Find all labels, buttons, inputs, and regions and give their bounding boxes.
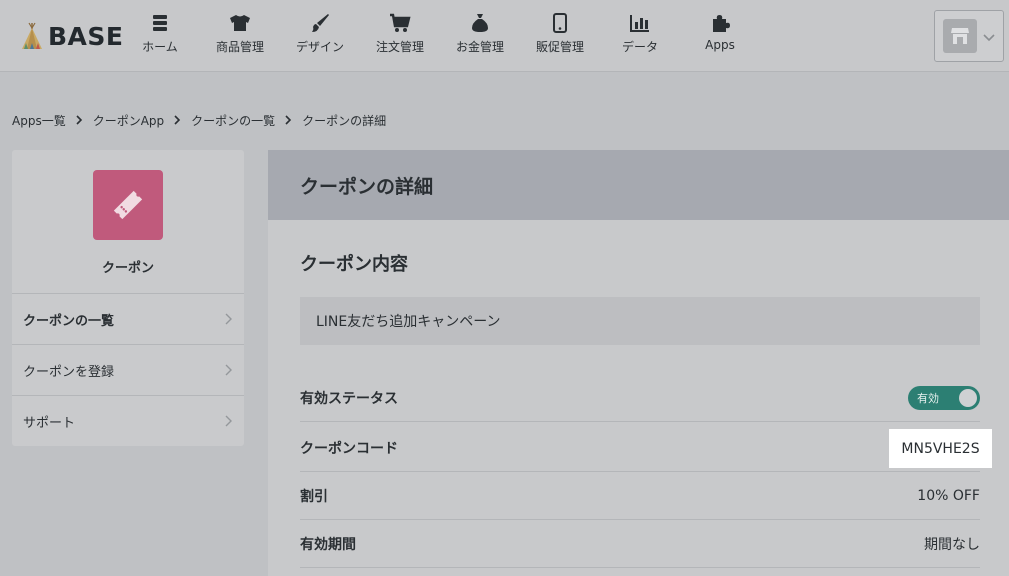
chevron-right-icon <box>174 115 181 125</box>
chevron-right-icon <box>225 310 232 329</box>
shop-avatar <box>943 19 977 53</box>
nav-money[interactable]: お金管理 <box>440 12 520 64</box>
top-header: BASE ホーム 商品管理 デザイン 注文管理 お金管理 販促管理 データ Ap… <box>0 0 1009 72</box>
status-label: 有効ステータス <box>300 390 398 407</box>
breadcrumb-apps-list[interactable]: Apps一覧 <box>12 112 66 129</box>
nav-label: お金管理 <box>455 40 504 54</box>
nav-label: データ <box>621 40 658 54</box>
discount-row: 割引 10% OFF <box>300 472 980 520</box>
puzzle-icon <box>709 12 731 34</box>
nav-label: Apps <box>705 38 735 52</box>
nav-label: デザイン <box>295 40 344 54</box>
base-logo[interactable]: BASE <box>20 18 124 54</box>
discount-value: 10% OFF <box>917 487 980 504</box>
nav-apps[interactable]: Apps <box>680 12 760 64</box>
shop-switcher[interactable] <box>934 10 1004 62</box>
chevron-right-icon <box>225 412 232 431</box>
brush-icon <box>309 12 331 34</box>
chevron-right-icon <box>285 115 292 125</box>
status-row: 有効ステータス 有効 <box>300 374 980 422</box>
money-bag-icon <box>469 12 491 34</box>
code-row: クーポンコード <box>300 425 980 472</box>
section-title: クーポン内容 <box>300 254 408 275</box>
phone-icon <box>549 12 571 34</box>
nav-data[interactable]: データ <box>600 12 680 64</box>
status-toggle[interactable]: 有効 <box>908 385 980 410</box>
nav-label: 販促管理 <box>535 40 584 54</box>
nav-orders[interactable]: 注文管理 <box>360 12 440 64</box>
toggle-knob <box>959 388 977 407</box>
sidebar-item-label: サポート <box>23 416 76 431</box>
chevron-right-icon <box>225 361 232 380</box>
main-panel: クーポンの詳細 クーポン内容 LINE友だち追加キャンペーン 有効ステータス 有… <box>268 150 1009 576</box>
app-card: クーポン <box>12 150 244 294</box>
toggle-label: 有効 <box>917 391 939 405</box>
tent-logo-icon <box>22 22 42 49</box>
coupon-code-value[interactable]: MN5VHE2S <box>889 429 992 468</box>
sidebar-item-register-coupon[interactable]: クーポンを登録 <box>12 345 244 396</box>
sidebar-item-coupon-list[interactable]: クーポンの一覧 <box>12 294 244 345</box>
breadcrumb: Apps一覧 クーポンApp クーポンの一覧 クーポンの詳細 <box>12 111 386 129</box>
nav-design[interactable]: デザイン <box>280 12 360 64</box>
brand-name: BASE <box>48 21 124 51</box>
code-label: クーポンコード <box>300 441 398 457</box>
page-title: クーポンの詳細 <box>300 175 434 198</box>
bar-chart-icon <box>629 12 651 34</box>
breadcrumb-current: クーポンの詳細 <box>302 113 387 128</box>
discount-label: 割引 <box>300 488 328 505</box>
ticket-icon <box>113 190 143 220</box>
campaign-name: LINE友だち追加キャンペーン <box>300 297 980 345</box>
sidebar-item-label: クーポンを登録 <box>23 364 115 380</box>
period-value: 期間なし <box>924 536 980 553</box>
nav-label: 注文管理 <box>375 40 424 54</box>
period-label: 有効期間 <box>300 536 356 553</box>
breadcrumb-coupon-app[interactable]: クーポンApp <box>93 112 164 129</box>
chevron-right-icon <box>76 115 83 125</box>
page-header: クーポンの詳細 <box>268 150 1009 220</box>
nav-label: ホーム <box>142 40 178 54</box>
shirt-icon <box>229 12 251 34</box>
nav-promotion[interactable]: 販促管理 <box>520 12 600 64</box>
sidebar-item-label: クーポンの一覧 <box>23 313 115 329</box>
nav-label: 商品管理 <box>215 40 264 54</box>
home-icon <box>149 12 171 34</box>
breadcrumb-coupon-list[interactable]: クーポンの一覧 <box>191 112 275 129</box>
chevron-down-icon <box>983 27 995 46</box>
app-name: クーポン <box>101 261 154 276</box>
sidebar-item-support[interactable]: サポート <box>12 396 244 446</box>
storefront-icon <box>951 28 969 44</box>
sidebar: クーポン クーポンの一覧 クーポンを登録 サポート <box>12 150 244 446</box>
period-row: 有効期間 期間なし <box>300 520 980 568</box>
coupon-app-icon <box>93 170 163 240</box>
cart-icon <box>389 12 411 34</box>
nav-products[interactable]: 商品管理 <box>200 12 280 64</box>
nav-home[interactable]: ホーム <box>120 12 200 64</box>
